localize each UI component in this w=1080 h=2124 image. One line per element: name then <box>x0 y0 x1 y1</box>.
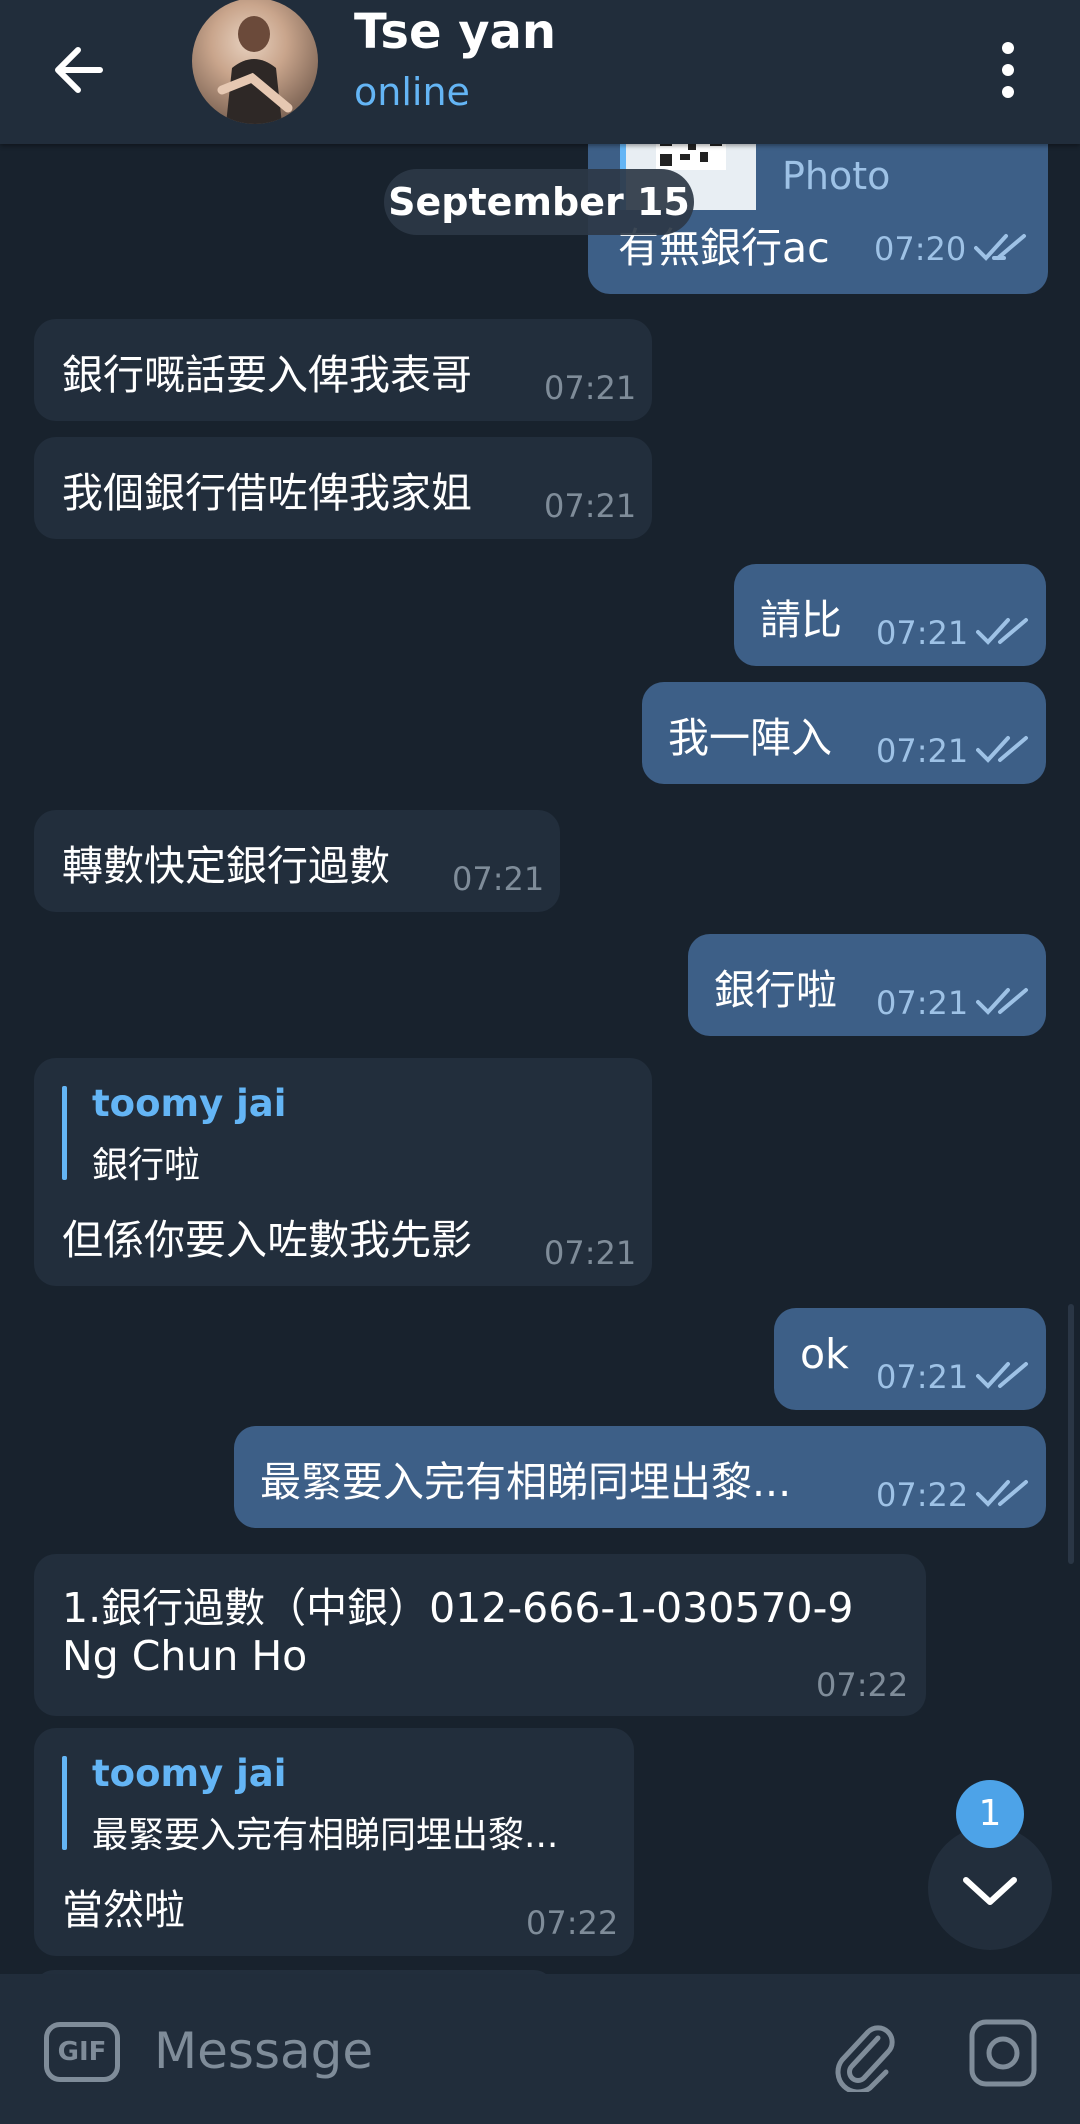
reply-author[interactable]: toomy jai <box>92 1082 286 1125</box>
camera-icon <box>969 2019 1037 2087</box>
message-text: ok <box>800 1330 849 1378</box>
message-time: 07:21 <box>544 369 637 407</box>
double-check-icon <box>976 1480 1028 1507</box>
contact-name[interactable]: Tse yan <box>354 4 556 60</box>
message-time: 07:20 <box>874 230 967 268</box>
chat-header: Tse yan online <box>0 0 1080 144</box>
message-incoming[interactable]: 銀行嘅話要入俾我表哥 07:21 <box>34 319 652 421</box>
more-vertical-icon <box>1002 42 1014 98</box>
message-time: 07:21 <box>876 1358 969 1396</box>
message-list[interactable]: September 15 Photo 有無銀行ac 07:20 銀行嘅話要入俾我… <box>0 144 1080 1974</box>
message-text: 最緊要入完有相睇同埋出黎... <box>260 1458 792 1506</box>
qr-code-icon <box>656 144 726 170</box>
unread-count-badge: 1 <box>956 1780 1024 1848</box>
message-outgoing[interactable]: 銀行啦 07:21 <box>688 934 1046 1036</box>
message-time: 07:22 <box>876 1476 969 1514</box>
reply-quote-text[interactable]: 最緊要入完有相睇同埋出黎... <box>92 1806 558 1858</box>
arrow-left-icon <box>55 47 103 93</box>
message-incoming[interactable]: toomy jai 最緊要入完有相睇同埋出黎... 當然啦 07:22 <box>34 1728 634 1956</box>
message-outgoing[interactable]: 我一陣入 07:21 <box>642 682 1046 784</box>
message-incoming[interactable]: 我個銀行借咗俾我家姐 07:21 <box>34 437 652 539</box>
double-check-icon <box>976 988 1028 1015</box>
message-time: 07:21 <box>876 984 969 1022</box>
scrollbar[interactable] <box>1068 1304 1074 1564</box>
message-time: 07:21 <box>544 1234 637 1272</box>
message-input[interactable]: Message <box>154 2014 794 2088</box>
message-time: 07:21 <box>544 487 637 525</box>
reply-quote-bar <box>62 1086 67 1180</box>
message-text: 銀行嘅話要入俾我表哥 <box>62 351 472 399</box>
attach-button[interactable] <box>826 2016 902 2095</box>
message-outgoing[interactable]: 最緊要入完有相睇同埋出黎... 07:22 <box>234 1426 1046 1528</box>
avatar[interactable] <box>192 0 318 124</box>
date-separator: September 15 <box>384 169 694 235</box>
message-text: 1.銀行過數（中銀）012-666-1-030570-9 <box>62 1584 854 1632</box>
paperclip-icon <box>835 2025 895 2095</box>
message-time: 07:21 <box>876 614 969 652</box>
double-check-icon <box>974 234 1026 261</box>
message-time: 07:21 <box>452 860 545 898</box>
avatar-photo <box>217 16 293 124</box>
contact-status: online <box>354 70 470 114</box>
double-check-icon <box>976 618 1028 645</box>
double-check-icon <box>976 736 1028 763</box>
back-button[interactable] <box>44 30 124 110</box>
camera-button[interactable] <box>966 2016 1040 2090</box>
message-text: 轉數快定銀行過數 <box>62 842 390 890</box>
message-text: 我個銀行借咗俾我家姐 <box>62 469 472 517</box>
message-time: 07:21 <box>876 732 969 770</box>
message-text: 銀行啦 <box>714 966 837 1014</box>
message-text: 但係你要入咗數我先影 <box>62 1216 472 1264</box>
message-outgoing[interactable]: 請比 07:21 <box>734 564 1046 666</box>
message-incoming[interactable]: 1.銀行過數（中銀）012-666-1-030570-9 Ng Chun Ho … <box>34 1554 926 1716</box>
double-check-icon <box>976 1362 1028 1389</box>
message-time: 07:22 <box>816 1666 909 1704</box>
message-text: 我一陣入 <box>668 714 832 762</box>
reply-author[interactable]: toomy jai <box>92 1752 286 1795</box>
reply-quote-text[interactable]: 銀行啦 <box>92 1136 200 1188</box>
message-text-line-2: Ng Chun Ho <box>62 1632 308 1680</box>
message-outgoing[interactable]: ok 07:21 <box>774 1308 1046 1410</box>
message-text: 當然啦 <box>62 1886 185 1934</box>
message-composer: GIF Message <box>0 1974 1080 2124</box>
reply-quote-bar <box>62 1756 67 1850</box>
message-incoming[interactable]: 轉數快定銀行過數 07:21 <box>34 810 560 912</box>
photo-caption: Photo <box>782 154 891 198</box>
message-incoming[interactable]: toomy jai 銀行啦 但係你要入咗數我先影 07:21 <box>34 1058 652 1286</box>
gif-button[interactable]: GIF <box>44 2022 120 2082</box>
message-text: 請比 <box>760 596 842 644</box>
message-time: 07:22 <box>526 1904 619 1942</box>
more-menu-button[interactable] <box>976 30 1040 110</box>
